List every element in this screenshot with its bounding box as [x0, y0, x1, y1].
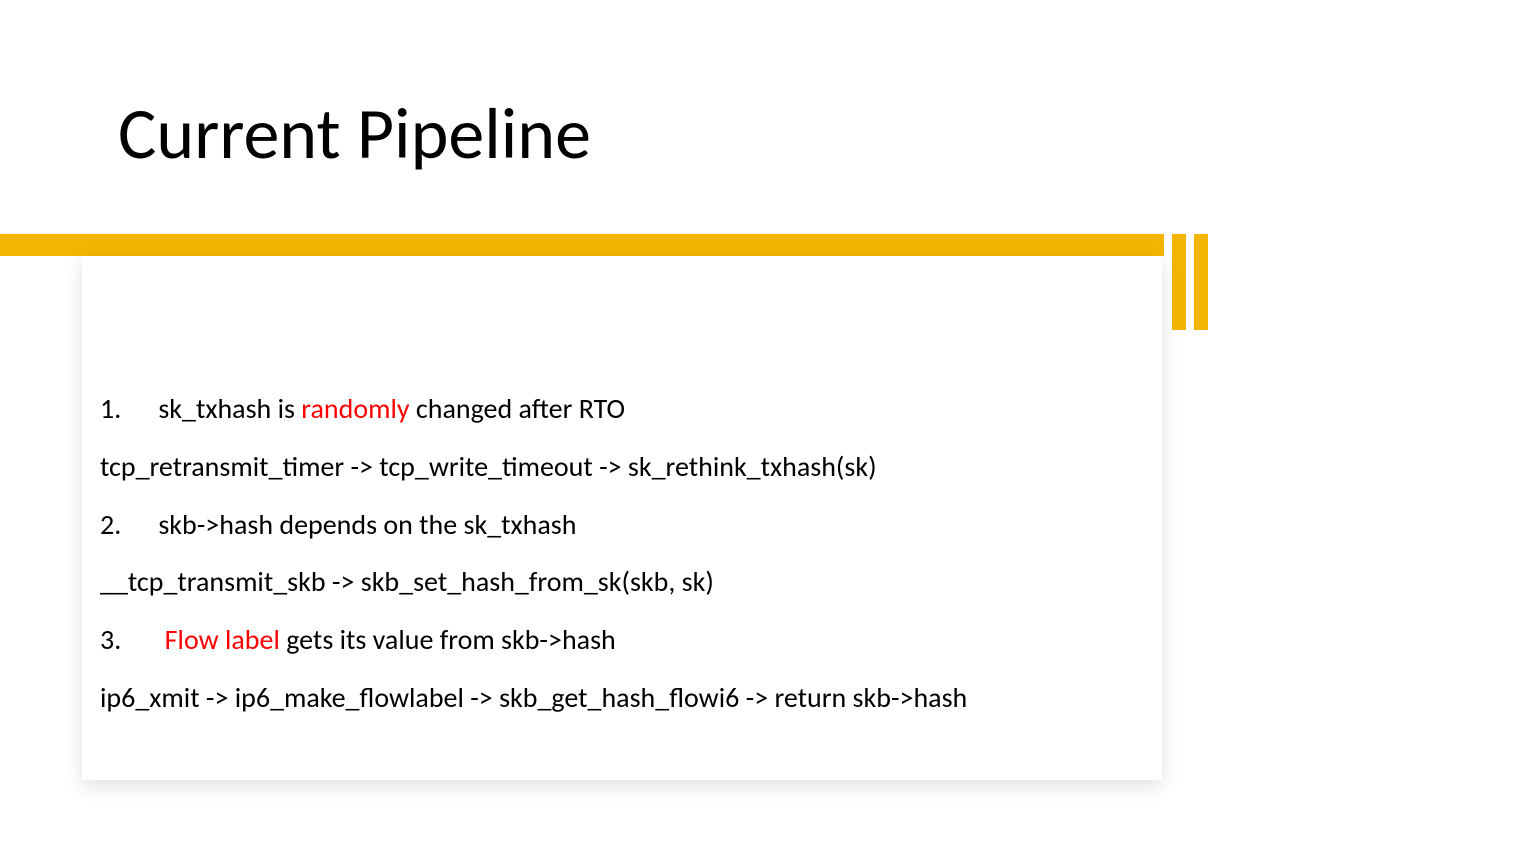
- list-item-2: 2. skb->hash depends on the sk_txhash: [100, 506, 1144, 544]
- slide-title: Current Pipeline: [118, 90, 591, 178]
- list-item-1: 1. sk_txhash is randomly changed after R…: [100, 390, 1144, 428]
- item1-text-a: sk_txhash is: [158, 391, 301, 426]
- item1-highlight: randomly: [301, 391, 409, 426]
- list-number-3: 3.: [100, 621, 152, 659]
- list-item-3: 3. Flow label gets its value from skb->h…: [100, 621, 1144, 659]
- list-number-2: 2.: [100, 506, 152, 544]
- slide: Current Pipeline 1. sk_txhash is randoml…: [0, 0, 1536, 864]
- item1-code: tcp_retransmit_timer -> tcp_write_timeou…: [100, 448, 1144, 486]
- list-number-1: 1.: [100, 390, 152, 428]
- content-body: 1. sk_txhash is randomly changed after R…: [82, 390, 1162, 737]
- accent-bar-vertical-2: [1194, 234, 1208, 330]
- accent-bar-vertical-1: [1172, 234, 1186, 330]
- item3-code: ip6_xmit -> ip6_make_flowlabel -> skb_ge…: [100, 679, 1144, 717]
- accent-bar-horizontal: [0, 234, 1164, 256]
- item1-text-c: changed after RTO: [410, 391, 625, 426]
- item2-code: __tcp_transmit_skb -> skb_set_hash_from_…: [100, 563, 1144, 601]
- item3-text-b: gets its value from skb->hash: [280, 622, 616, 657]
- item3-highlight: Flow label: [165, 622, 280, 657]
- item2-text: skb->hash depends on the sk_txhash: [158, 507, 576, 542]
